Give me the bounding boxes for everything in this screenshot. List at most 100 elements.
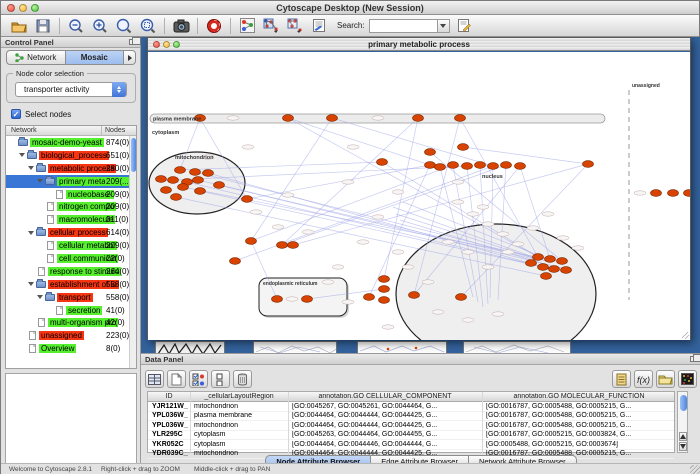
zoom-window-icon[interactable] xyxy=(173,41,180,48)
network-node[interactable] xyxy=(448,162,459,169)
select-attributes-button[interactable] xyxy=(189,370,208,388)
app-titlebar[interactable]: Cytoscape Desktop (New Session) xyxy=(1,1,699,15)
network-node[interactable] xyxy=(242,196,253,203)
network-node[interactable] xyxy=(161,187,172,194)
matrix-button[interactable] xyxy=(678,370,697,388)
notes-button[interactable] xyxy=(612,370,631,388)
table-column-header[interactable]: _cellularLayoutRegion xyxy=(190,393,288,400)
scroll-up-button[interactable] xyxy=(679,432,687,441)
network-node[interactable] xyxy=(327,115,338,122)
network-node[interactable] xyxy=(475,162,486,169)
network-node[interactable] xyxy=(488,163,499,170)
network-node[interactable] xyxy=(364,294,375,301)
minimize-icon[interactable] xyxy=(163,41,170,48)
tab-network[interactable]: Network xyxy=(6,50,65,65)
window-controls[interactable] xyxy=(7,4,39,12)
background-window-fragment[interactable] xyxy=(253,341,337,353)
network-window-titlebar[interactable]: primary metabolic process xyxy=(148,38,690,51)
attribute-table-header[interactable]: ID_cellularLayoutRegionannotation.GO CEL… xyxy=(148,392,674,402)
network-node[interactable] xyxy=(458,144,469,151)
tree-row[interactable]: biological_process651(0) xyxy=(6,149,136,162)
network-node[interactable] xyxy=(501,162,512,169)
tree-row[interactable]: cellular process614(0) xyxy=(6,226,136,239)
network-node[interactable] xyxy=(156,176,167,183)
table-row[interactable]: YPL036W__2plasma membrane[GO:0044464, GO… xyxy=(148,412,674,422)
search-options-button[interactable] xyxy=(454,17,474,35)
table-row[interactable]: YKR052Ccytoplasm[GO:0044464, GO:0044446,… xyxy=(148,440,674,450)
tree-col-nodes[interactable]: Nodes xyxy=(105,127,125,134)
network-node[interactable] xyxy=(190,169,201,176)
network-node[interactable] xyxy=(557,258,568,265)
annotation-button[interactable] xyxy=(309,17,329,35)
table-scrollbar[interactable] xyxy=(677,391,688,453)
network-node[interactable] xyxy=(455,115,466,122)
expand-arrow-icon[interactable] xyxy=(37,295,43,299)
network-node[interactable] xyxy=(379,297,390,304)
network-node[interactable] xyxy=(561,267,572,274)
tree-row[interactable]: Overview8(0) xyxy=(6,342,136,355)
background-window-fragment[interactable] xyxy=(155,341,225,353)
network-node[interactable] xyxy=(545,256,556,263)
network-node[interactable] xyxy=(538,264,549,271)
network-node[interactable] xyxy=(533,254,544,261)
copy-network-button[interactable] xyxy=(285,17,305,35)
expand-arrow-icon[interactable] xyxy=(28,166,34,170)
network-node[interactable] xyxy=(272,296,283,303)
network-node[interactable] xyxy=(171,194,182,201)
zoom-out-button[interactable] xyxy=(66,17,86,35)
network-node[interactable] xyxy=(175,167,186,174)
open-button[interactable] xyxy=(9,17,29,35)
select-nodes-checkbox[interactable]: ✓ xyxy=(11,109,21,119)
network-node[interactable] xyxy=(288,242,299,249)
network-node[interactable] xyxy=(515,163,526,170)
network-node[interactable] xyxy=(195,188,206,195)
network-node[interactable] xyxy=(462,163,473,170)
network-view-window[interactable]: primary metabolic process plasma membran… xyxy=(147,37,691,340)
background-window-fragment[interactable] xyxy=(357,341,447,353)
network-node[interactable] xyxy=(409,292,420,299)
network-node[interactable] xyxy=(246,238,257,245)
tree-row[interactable]: primary metabo209(... xyxy=(6,175,136,188)
network-node[interactable] xyxy=(203,170,214,177)
delete-attribute-button[interactable] xyxy=(233,370,252,388)
tree-row[interactable]: establishment of lo558(0) xyxy=(6,278,136,291)
table-row[interactable]: YPL036W__1mitochondrion[GO:0044464, GO:0… xyxy=(148,421,674,431)
tree-row[interactable]: multi-organism pro42(0) xyxy=(6,316,136,329)
tree-row[interactable]: response to stimulu264(0) xyxy=(6,265,136,278)
network-node[interactable] xyxy=(214,182,225,189)
tree-row[interactable]: secretion41(0) xyxy=(6,304,136,317)
expand-arrow-icon[interactable] xyxy=(37,179,43,183)
tree-row[interactable]: mosaic-demo-yeast874(0) xyxy=(6,136,136,149)
close-icon[interactable] xyxy=(153,41,160,48)
table-row[interactable]: YLR295Ccytoplasm[GO:0045263, GO:0044464,… xyxy=(148,431,674,441)
birds-eye-view[interactable] xyxy=(5,373,137,474)
network-node[interactable] xyxy=(277,242,288,249)
tree-row[interactable]: transport558(0) xyxy=(6,291,136,304)
zoom-in-button[interactable] xyxy=(90,17,110,35)
network-window-controls[interactable] xyxy=(153,41,180,48)
vizmapper-button[interactable] xyxy=(237,17,257,35)
first-neighbors-button[interactable] xyxy=(261,17,281,35)
tree-row[interactable]: nitrogen compo209(0) xyxy=(6,200,136,213)
network-node[interactable] xyxy=(583,161,594,168)
tree-header[interactable]: Network Nodes xyxy=(6,126,136,136)
new-attribute-button[interactable] xyxy=(167,370,186,388)
save-button[interactable] xyxy=(33,17,53,35)
network-canvas[interactable]: plasma membranecytoplasmmitochondrionnuc… xyxy=(148,52,690,340)
network-node[interactable] xyxy=(425,149,436,156)
tree-row[interactable]: macromolecule311(0) xyxy=(6,213,136,226)
network-node[interactable] xyxy=(302,296,313,303)
network-node[interactable] xyxy=(526,260,537,267)
network-node[interactable] xyxy=(456,294,467,301)
tree-row[interactable]: cell communicat22(0) xyxy=(6,252,136,265)
table-column-header[interactable]: annotation.GO CELLULAR_COMPONENT xyxy=(288,393,482,400)
node-color-select[interactable]: transporter activity xyxy=(15,82,127,97)
search-dropdown-button[interactable] xyxy=(437,19,450,33)
table-column-header[interactable]: ID xyxy=(148,393,190,400)
unselect-attributes-button[interactable] xyxy=(211,370,230,388)
formula-button[interactable]: f(x) xyxy=(634,370,653,388)
close-icon[interactable] xyxy=(7,4,15,12)
network-node[interactable] xyxy=(379,286,390,293)
network-node[interactable] xyxy=(230,258,241,265)
tree-row[interactable]: cellular metabol209(0) xyxy=(6,239,136,252)
